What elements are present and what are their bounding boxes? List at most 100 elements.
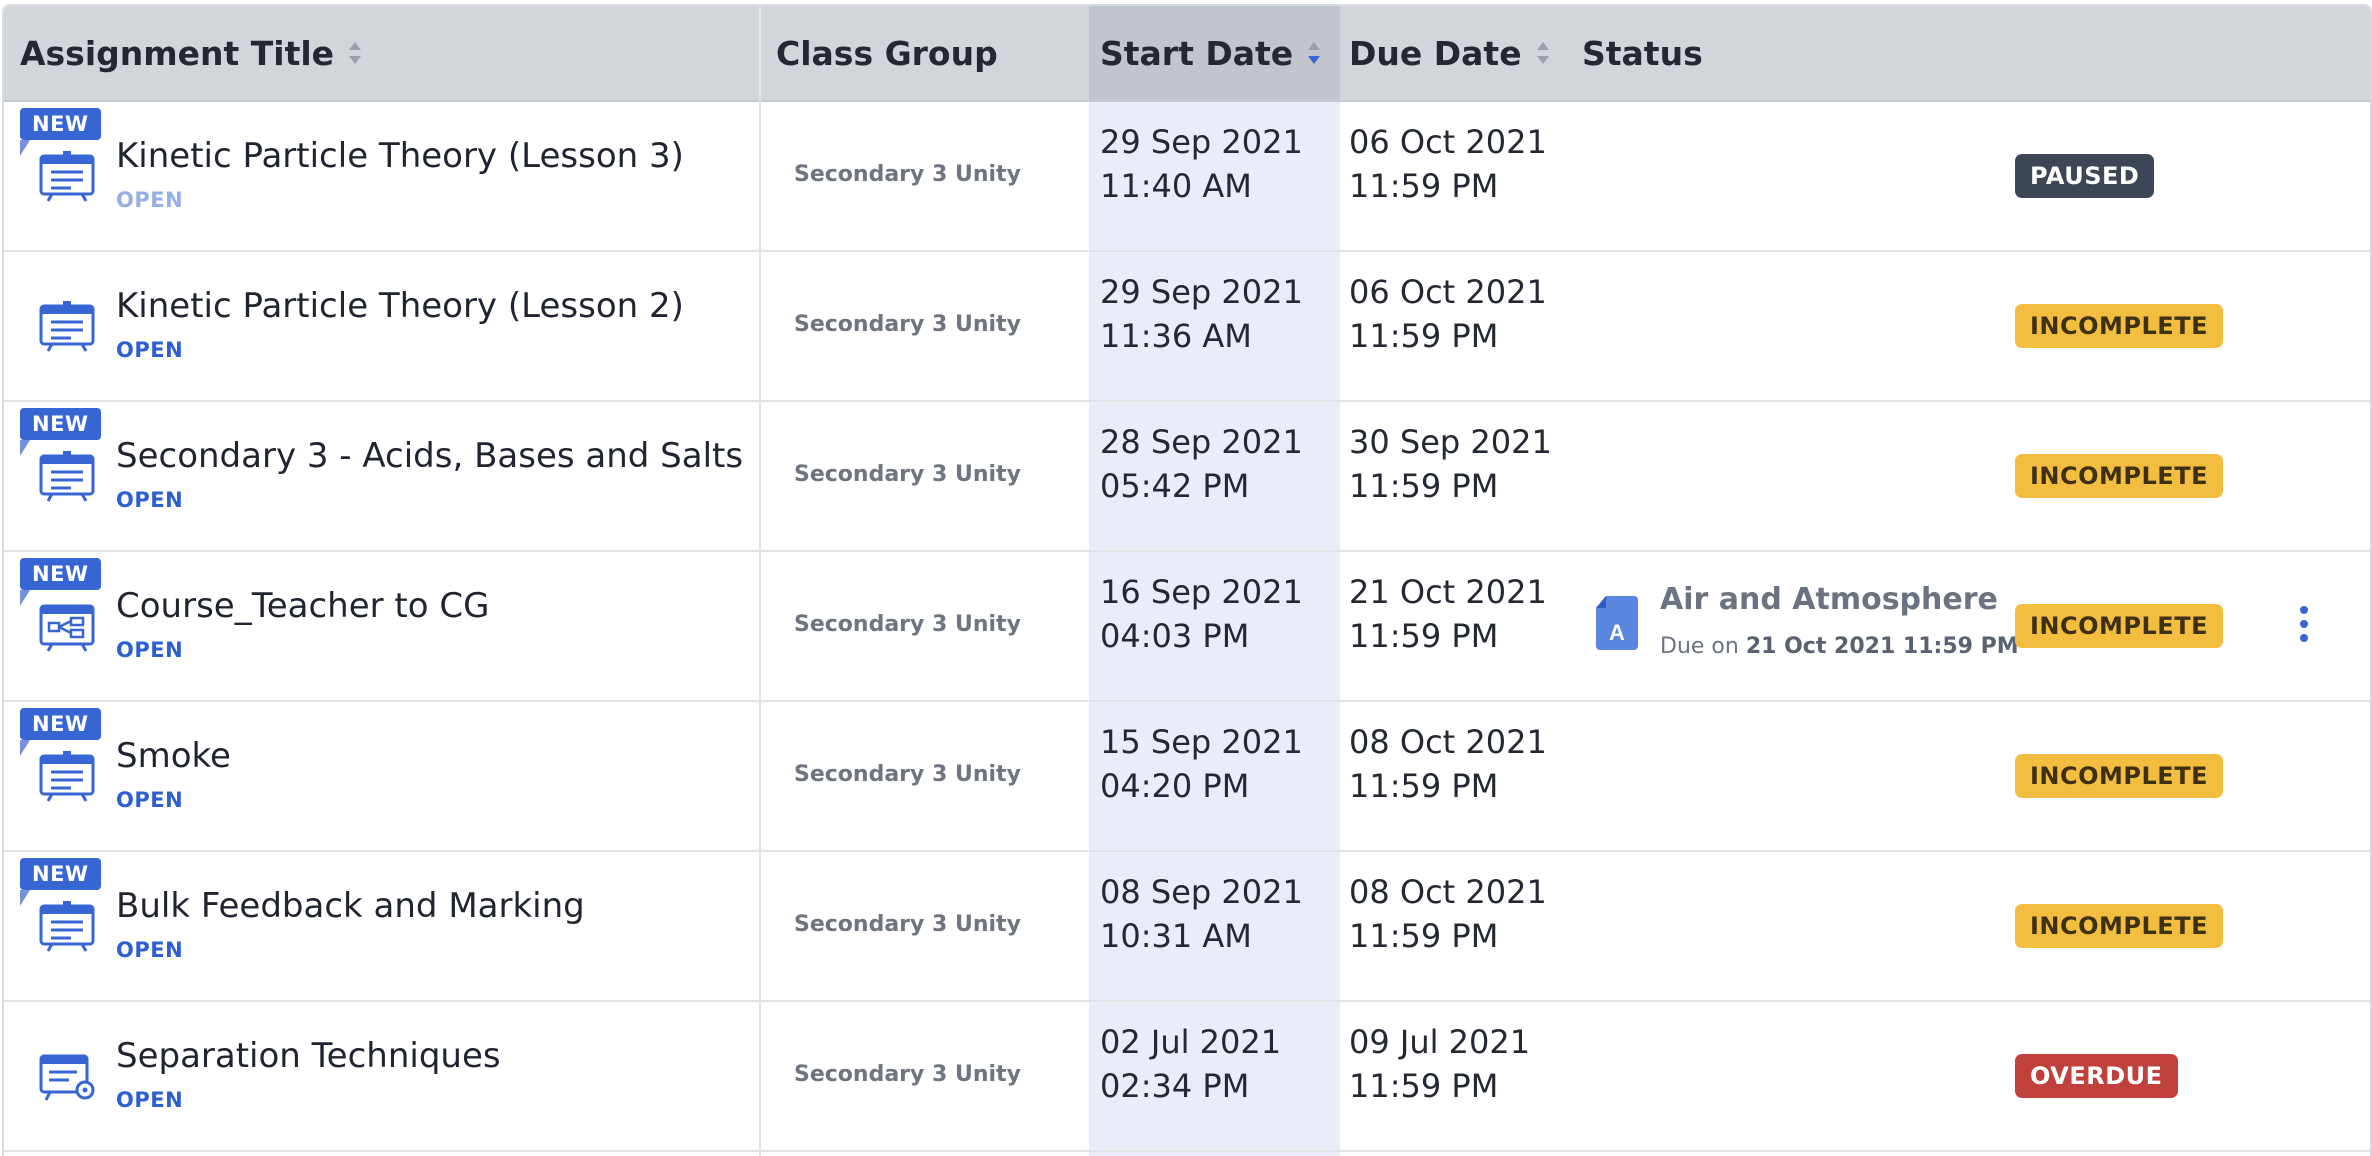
table-row[interactable]: NEW Kinetic Particle Theory (Lesson 3) OPE… — [4, 102, 2370, 252]
assignments-table: Assignment Title Class Group Start Date … — [2, 4, 2372, 1156]
class-group-cell: Secondary 3 Unity — [794, 912, 1021, 937]
due-time-value: 11:59 PM — [1349, 317, 1499, 355]
linked-resource-due: Due on 21 Oct 2021 11:59 PM — [1660, 634, 2019, 659]
start-date-cell: 15 Sep 2021 04:20 PM — [1100, 720, 1303, 808]
table-row[interactable]: NEW Secondary 3 - Acids, Bases and Salts O… — [4, 402, 2370, 552]
due-time-value: 11:59 PM — [1349, 167, 1499, 205]
new-badge: NEW — [20, 558, 101, 606]
start-date-value: 08 Sep 2021 — [1100, 873, 1303, 911]
due-date-value: 06 Oct 2021 — [1349, 123, 1547, 161]
due-time-value: 11:59 PM — [1349, 467, 1499, 505]
status-badge: OVERDUE — [2015, 1054, 2178, 1098]
class-group-cell: Secondary 3 Unity — [794, 462, 1021, 487]
start-time-value: 04:20 PM — [1100, 767, 1250, 805]
status-badge: PAUSED — [2015, 154, 2155, 198]
due-date-cell: 09 Jul 2021 11:59 PM — [1349, 1020, 1530, 1108]
due-date-cell: 08 Oct 2021 11:59 PM — [1349, 870, 1547, 958]
due-date-cell: 30 Sep 2021 11:59 PM — [1349, 420, 1552, 508]
start-date-value: 28 Sep 2021 — [1100, 423, 1303, 461]
assignment-state-label: OPEN — [116, 188, 184, 212]
new-badge: NEW — [20, 858, 101, 906]
header-assignment-title[interactable]: Assignment Title — [20, 6, 362, 100]
header-assignment-title-label: Assignment Title — [20, 33, 335, 73]
sort-both-icon[interactable] — [1536, 40, 1550, 66]
table-header: Assignment Title Class Group Start Date … — [4, 6, 2370, 102]
assignment-board-icon — [38, 300, 96, 352]
due-date-value: 30 Sep 2021 — [1349, 423, 1552, 461]
header-start-date[interactable]: Start Date — [1100, 6, 1321, 100]
assignment-title-link[interactable]: Kinetic Particle Theory (Lesson 3) — [116, 136, 684, 176]
assignment-title-link[interactable]: Secondary 3 - Acids, Bases and Salts — [116, 436, 743, 476]
header-due-date-label: Due Date — [1349, 33, 1522, 73]
document-letter: A — [1609, 620, 1625, 645]
start-date-cell: 02 Jul 2021 02:34 PM — [1100, 1020, 1281, 1108]
status-badge: INCOMPLETE — [2015, 754, 2223, 798]
due-date-value: 06 Oct 2021 — [1349, 273, 1547, 311]
new-badge: NEW — [20, 108, 101, 156]
assignment-title-link[interactable]: Smoke — [116, 736, 231, 776]
start-time-value: 02:34 PM — [1100, 1067, 1250, 1105]
due-date-cell: 06 Oct 2021 11:59 PM — [1349, 120, 1547, 208]
linked-due-value: 21 Oct 2021 11:59 PM — [1745, 634, 2019, 659]
table-row[interactable]: Separation Techniques OPEN Secondary 3 Uni… — [4, 1002, 2370, 1152]
due-date-cell: 08 Oct 2021 11:59 PM — [1349, 720, 1547, 808]
status-badge: INCOMPLETE — [2015, 604, 2223, 648]
sort-both-icon[interactable] — [348, 40, 362, 66]
assignment-state-label: OPEN — [116, 788, 184, 812]
class-group-cell: Secondary 3 Unity — [794, 762, 1021, 787]
table-row[interactable]: NEW Smoke OPEN Secondary 3 Unity 15 Sep 2021… — [4, 702, 2370, 852]
start-date-cell: 29 Sep 2021 11:40 AM — [1100, 120, 1303, 208]
due-date-value: 08 Oct 2021 — [1349, 723, 1547, 761]
start-time-value: 10:31 AM — [1100, 917, 1252, 955]
table-row[interactable]: NEW Course_Teacher to CG OPEN Secondary 3 U… — [4, 552, 2370, 702]
sort-descending-icon[interactable] — [1307, 40, 1321, 66]
start-date-cell: 28 Sep 2021 05:42 PM — [1100, 420, 1303, 508]
header-status: Status — [1582, 6, 1703, 100]
assignment-board-icon — [38, 750, 96, 802]
due-date-value: 08 Oct 2021 — [1349, 873, 1547, 911]
header-status-label: Status — [1582, 33, 1703, 73]
status-badge: INCOMPLETE — [2015, 904, 2223, 948]
header-due-date[interactable]: Due Date — [1349, 6, 1550, 100]
course-flowchart-icon — [38, 600, 96, 652]
linked-resource[interactable]: A Air and Atmosphere Due on 21 Oct 2021 … — [1594, 582, 2019, 678]
assignment-title-link[interactable]: Separation Techniques — [116, 1036, 501, 1076]
status-badge: INCOMPLETE — [2015, 304, 2223, 348]
linked-resource-title[interactable]: Air and Atmosphere — [1660, 582, 1998, 617]
kebab-menu-icon[interactable] — [2294, 606, 2314, 646]
linked-due-prefix: Due on — [1660, 634, 1739, 659]
new-badge: NEW — [20, 408, 101, 456]
start-date-value: 29 Sep 2021 — [1100, 123, 1303, 161]
due-time-value: 11:59 PM — [1349, 1067, 1499, 1105]
header-start-date-label: Start Date — [1100, 33, 1294, 73]
table-row[interactable]: Kinetic Particle Theory (Lesson 2) OPEN Se… — [4, 252, 2370, 402]
start-time-value: 04:03 PM — [1100, 617, 1250, 655]
start-time-value: 05:42 PM — [1100, 467, 1250, 505]
status-badge: INCOMPLETE — [2015, 454, 2223, 498]
start-date-value: 02 Jul 2021 — [1100, 1023, 1282, 1061]
due-date-cell: 21 Oct 2021 11:59 PM — [1349, 570, 1547, 658]
due-time-value: 11:59 PM — [1349, 917, 1499, 955]
start-date-value: 29 Sep 2021 — [1100, 273, 1303, 311]
start-date-cell: 08 Sep 2021 10:31 AM — [1100, 870, 1303, 958]
due-time-value: 11:59 PM — [1349, 617, 1499, 655]
due-date-cell: 06 Oct 2021 11:59 PM — [1349, 270, 1547, 358]
due-date-value: 09 Jul 2021 — [1349, 1023, 1531, 1061]
due-time-value: 11:59 PM — [1349, 767, 1499, 805]
assignment-title-link[interactable]: Kinetic Particle Theory (Lesson 2) — [116, 286, 684, 326]
assignment-title-link[interactable]: Course_Teacher to CG — [116, 586, 489, 626]
class-group-cell: Secondary 3 Unity — [794, 312, 1021, 337]
document-a-icon: A — [1594, 594, 1640, 652]
start-time-value: 11:36 AM — [1100, 317, 1252, 355]
assignment-state-label: OPEN — [116, 638, 184, 662]
assignment-state-label: OPEN — [116, 938, 184, 962]
assignment-state-label: OPEN — [116, 338, 184, 362]
table-row[interactable]: NEW Bulk Feedback and Marking OPEN Secondar… — [4, 852, 2370, 1002]
start-date-cell: 29 Sep 2021 11:36 AM — [1100, 270, 1303, 358]
due-date-value: 21 Oct 2021 — [1349, 573, 1547, 611]
assignment-board-icon — [38, 900, 96, 952]
assignment-title-link[interactable]: Bulk Feedback and Marking — [116, 886, 585, 926]
start-date-value: 15 Sep 2021 — [1100, 723, 1303, 761]
header-class-group: Class Group — [776, 6, 998, 100]
class-group-cell: Secondary 3 Unity — [794, 612, 1021, 637]
